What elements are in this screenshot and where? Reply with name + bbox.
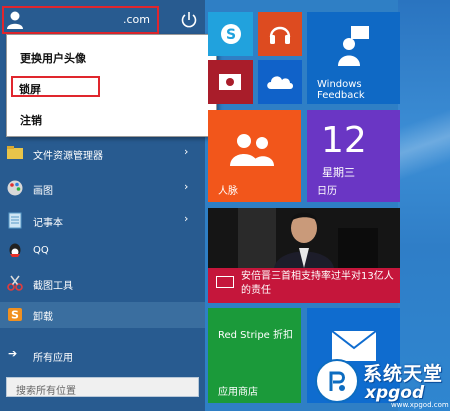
tile-store[interactable]: Red Stripe 折扣 应用商店 bbox=[208, 308, 301, 403]
menu-item-snipping-tool[interactable]: 截图工具 bbox=[0, 271, 205, 297]
site-watermark: 系统天堂 xpgod www.xpgod.com bbox=[315, 355, 450, 411]
chevron-right-icon[interactable]: › bbox=[184, 145, 188, 158]
menu-item-file-explorer[interactable]: 文件资源管理器 › bbox=[0, 141, 205, 167]
chevron-right-icon[interactable]: › bbox=[184, 180, 188, 193]
start-menu-screen: .com 文件资源管理器 › 画图 › 记事本 › QQ 截图工具 S 卸载 ➔… bbox=[0, 0, 450, 411]
scissors-icon bbox=[7, 275, 23, 291]
sign-out-item[interactable]: 注销 bbox=[20, 112, 42, 128]
news-photo bbox=[208, 208, 400, 268]
notepad-icon bbox=[8, 212, 22, 229]
tile-video[interactable] bbox=[208, 60, 253, 104]
skype-icon: S bbox=[221, 24, 241, 44]
menu-item-notepad[interactable]: 记事本 › bbox=[0, 208, 205, 234]
arrow-right-icon: ➔ bbox=[8, 347, 18, 360]
lock-item[interactable]: 锁屏 bbox=[19, 81, 41, 97]
all-apps-button[interactable]: ➔ 所有应用 bbox=[0, 343, 205, 367]
news-caption: 安倍晋三首相支持率过半对13亿人的责任 bbox=[241, 271, 394, 296]
menu-item-label: 文件资源管理器 bbox=[33, 151, 103, 162]
svg-text:S: S bbox=[226, 27, 236, 43]
people-icon bbox=[230, 134, 274, 166]
all-apps-label: 所有应用 bbox=[33, 353, 73, 364]
calendar-weekday: 星期三 bbox=[322, 166, 355, 179]
news-icon bbox=[216, 276, 234, 288]
menu-item-label: 画图 bbox=[33, 186, 53, 197]
cloud-icon bbox=[267, 76, 293, 89]
calendar-day-number: 12 bbox=[321, 120, 367, 161]
tile-onedrive[interactable] bbox=[258, 60, 302, 104]
tile-people[interactable]: 人脉 bbox=[208, 110, 301, 202]
people-label: 人脉 bbox=[218, 186, 238, 197]
calendar-label: 日历 bbox=[317, 186, 337, 197]
menu-item-label: 截图工具 bbox=[33, 281, 73, 292]
folder-icon bbox=[7, 146, 23, 159]
user-avatar-icon[interactable] bbox=[6, 10, 24, 30]
watermark-brand: xpgod bbox=[365, 383, 425, 403]
user-popup-menu: 更换用户头像 锁屏 注销 bbox=[6, 34, 217, 137]
search-placeholder: 搜索所有位置 bbox=[16, 386, 76, 397]
watermark-logo-icon bbox=[315, 359, 359, 403]
store-promo-title: Red Stripe 折扣 bbox=[218, 330, 294, 341]
menu-item-label: QQ bbox=[33, 245, 49, 256]
light-streak bbox=[398, 110, 450, 180]
uninstall-icon: S bbox=[8, 308, 22, 322]
chevron-right-icon[interactable]: › bbox=[184, 212, 188, 225]
feedback-person-icon bbox=[338, 26, 369, 66]
menu-item-qq[interactable]: QQ bbox=[0, 239, 205, 265]
watermark-url: www.xpgod.com bbox=[391, 401, 449, 409]
tile-music[interactable] bbox=[258, 12, 302, 56]
menu-item-paint[interactable]: 画图 › bbox=[0, 176, 205, 202]
watermark-text: 系统天堂 bbox=[363, 363, 444, 385]
tile-windows-feedback[interactable]: Windows Feedback bbox=[307, 12, 400, 104]
paint-icon bbox=[7, 180, 23, 196]
feedback-label: Windows Feedback bbox=[317, 79, 365, 101]
desktop-background bbox=[398, 0, 450, 411]
headphones-icon bbox=[269, 26, 291, 44]
menu-item-uninstall[interactable]: S 卸载 bbox=[0, 302, 205, 328]
tile-news[interactable]: 安倍晋三首相支持率过半对13亿人的责任 bbox=[208, 208, 400, 303]
store-label: 应用商店 bbox=[218, 387, 258, 398]
video-icon bbox=[219, 74, 241, 90]
change-avatar-item[interactable]: 更换用户头像 bbox=[20, 50, 86, 66]
svg-text:S: S bbox=[11, 309, 19, 322]
user-name[interactable]: .com bbox=[123, 13, 150, 26]
menu-item-label: 卸载 bbox=[33, 312, 53, 323]
qq-icon bbox=[9, 243, 21, 257]
power-icon[interactable] bbox=[178, 9, 200, 31]
menu-item-label: 记事本 bbox=[33, 218, 63, 229]
tile-skype[interactable]: S bbox=[208, 12, 253, 56]
tile-calendar[interactable]: 12 星期三 日历 bbox=[307, 110, 400, 202]
search-input[interactable]: 搜索所有位置 bbox=[6, 377, 199, 397]
